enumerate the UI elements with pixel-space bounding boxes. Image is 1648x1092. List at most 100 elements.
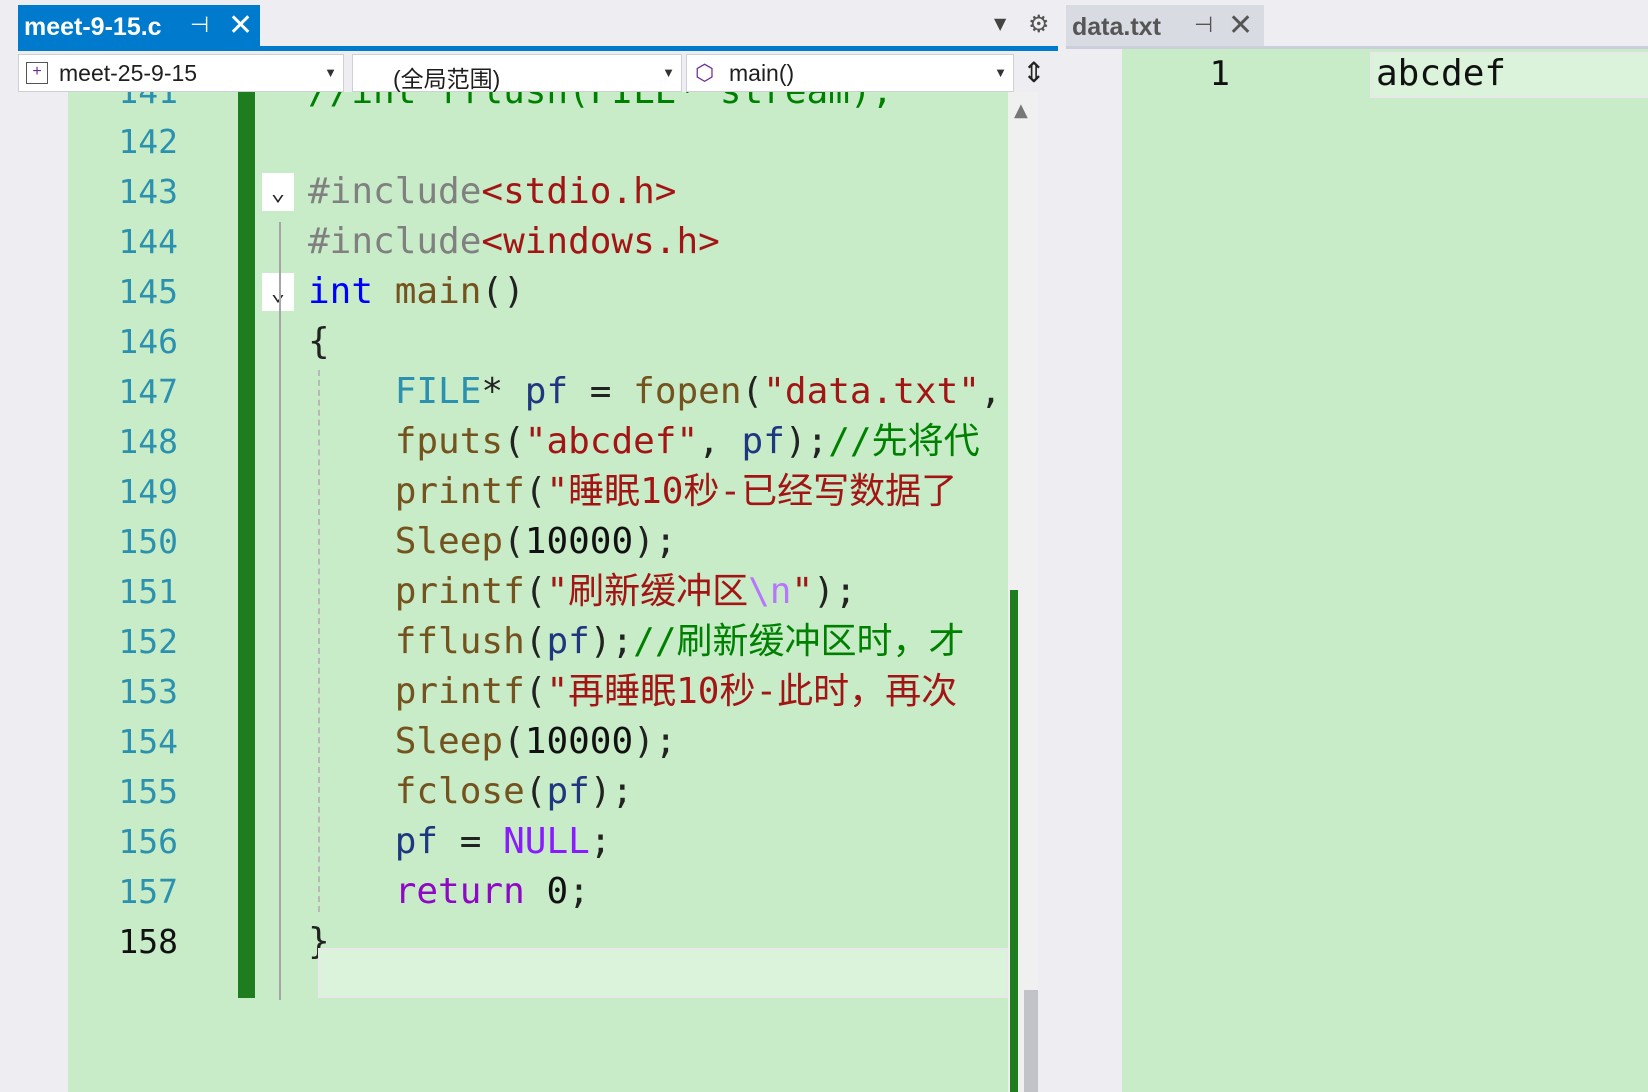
code-token: * <box>481 371 525 412</box>
code-token: ( <box>524 571 547 612</box>
line-number: 147 <box>118 372 178 411</box>
code-token: ); <box>633 721 677 762</box>
tab-title: data.txt <box>1072 13 1161 41</box>
code-token: //int fflush(FILE* stream); <box>308 92 893 112</box>
chevron-down-icon[interactable]: ▼ <box>994 14 1006 33</box>
code-token: ); <box>813 571 857 612</box>
code-token: ; <box>568 871 590 912</box>
code-token: "再睡眠10秒-此时，再次 <box>546 671 958 712</box>
collapse-chevron-icon[interactable]: ⌄ <box>262 173 294 211</box>
line-number: 149 <box>118 472 178 511</box>
code-line[interactable]: 151 printf("刷新缓冲区\n"); <box>68 566 1008 618</box>
code-token: #include <box>308 221 482 262</box>
code-line[interactable]: 142 <box>68 116 1008 168</box>
scrollbar-thumb[interactable] <box>1024 990 1038 1092</box>
code-line[interactable]: 156 pf = NULL; <box>68 816 1008 868</box>
line-number: 157 <box>118 872 178 911</box>
line-number: 146 <box>118 322 178 361</box>
code-line[interactable]: 146 { <box>68 316 1008 368</box>
code-token: 0 <box>546 871 569 912</box>
code-token: 10000 <box>524 521 634 562</box>
code-text: printf("睡眠10秒-已经写数据了 <box>308 466 957 518</box>
gear-icon[interactable]: ⚙ <box>1028 10 1050 38</box>
code-line[interactable]: 147 FILE* pf = fopen("data.txt", <box>68 366 1008 418</box>
code-token: pf <box>524 371 569 412</box>
code-token: printf <box>394 471 525 512</box>
code-text: printf("刷新缓冲区\n"); <box>308 566 857 618</box>
code-token: 10000 <box>524 721 634 762</box>
file-text-line[interactable]: abcdef <box>1376 50 1506 98</box>
code-token: Sleep <box>394 721 504 762</box>
chevron-down-icon: ▼ <box>994 65 1007 80</box>
tab-meet-9-15-c[interactable]: meet-9-15.c ⊣ ✕ <box>18 5 260 48</box>
pin-icon[interactable]: ⊣ <box>1194 12 1213 38</box>
split-editor-icon[interactable]: ⇕ <box>1016 56 1052 92</box>
code-token: \n <box>748 571 792 612</box>
code-text: fflush(pf);//刷新缓冲区时，才 <box>308 616 965 668</box>
tab-data-txt[interactable]: data.txt ⊣ ✕ <box>1066 5 1264 48</box>
code-token: FILE <box>394 371 482 412</box>
project-icon: + <box>26 62 48 84</box>
code-text: Sleep(10000); <box>308 716 677 768</box>
code-token: main <box>394 271 482 312</box>
line-number: 150 <box>118 522 178 561</box>
code-token: ); <box>633 521 677 562</box>
code-token: fputs <box>394 421 504 462</box>
code-token: "睡眠10秒-已经写数据了 <box>546 471 958 512</box>
line-number: 1 <box>1209 54 1230 94</box>
code-line[interactable]: 141 //int fflush(FILE* stream); <box>68 92 1008 118</box>
code-line[interactable]: 145 ⌄ int main() <box>68 266 1008 318</box>
code-line[interactable]: 148 fputs("abcdef", pf);//先将代 <box>68 416 1008 468</box>
line-number: 152 <box>118 622 178 661</box>
text-area[interactable] <box>1122 49 1648 1092</box>
code-token: fopen <box>633 371 742 412</box>
code-line[interactable]: 154 Sleep(10000); <box>68 716 1008 768</box>
line-number: 158 <box>118 922 178 961</box>
close-icon[interactable]: ✕ <box>228 8 253 43</box>
code-token: ); <box>784 421 829 462</box>
line-number: 148 <box>118 422 178 461</box>
function-dropdown-value: main() <box>729 60 795 86</box>
tab-strip-underline <box>18 46 1058 51</box>
code-token: pf <box>741 421 785 462</box>
code-token: ); <box>589 621 634 662</box>
chevron-down-icon: ▼ <box>324 65 337 80</box>
project-dropdown[interactable]: + meet-25-9-15 ▼ <box>18 54 344 92</box>
function-dropdown[interactable]: ⬡ main() ▼ <box>686 54 1014 92</box>
code-line[interactable]: 149 printf("睡眠10秒-已经写数据了 <box>68 466 1008 518</box>
code-token: "data.txt" <box>763 371 980 412</box>
code-line[interactable]: 150 Sleep(10000); <box>68 516 1008 568</box>
code-line[interactable]: 152 fflush(pf);//刷新缓冲区时，才 <box>68 616 1008 668</box>
code-token: = <box>568 371 634 412</box>
project-dropdown-value: meet-25-9-15 <box>59 60 198 86</box>
code-token: pf <box>546 771 590 812</box>
selection-margin <box>18 92 68 1092</box>
code-token: ( <box>524 671 547 712</box>
pin-icon[interactable]: ⊣ <box>190 12 209 38</box>
line-number: 141 <box>68 92 178 118</box>
scope-dropdown[interactable]: (全局范围) ▼ <box>352 54 682 92</box>
close-icon[interactable]: ✕ <box>1228 8 1253 43</box>
code-line[interactable]: 157 return 0; <box>68 866 1008 918</box>
scroll-up-icon[interactable]: ▲ <box>1014 100 1028 121</box>
code-token: ); <box>589 771 634 812</box>
code-token: //刷新缓冲区时，才 <box>633 621 965 662</box>
chevron-down-icon: ▼ <box>662 65 675 80</box>
code-line[interactable]: 144 #include<windows.h> <box>68 216 1008 268</box>
scope-dropdown-value: (全局范围) <box>393 66 501 92</box>
code-token: " <box>791 571 814 612</box>
code-token: , <box>698 421 742 462</box>
code-token: "abcdef" <box>524 421 699 462</box>
code-line[interactable]: 143 ⌄ #include<stdio.h> <box>68 166 1008 218</box>
code-token: Sleep <box>394 521 504 562</box>
code-token: { <box>308 321 330 362</box>
code-line[interactable]: 155 fclose(pf); <box>68 766 1008 818</box>
indent-guide <box>318 370 322 912</box>
code-token: pf <box>394 821 439 862</box>
code-line[interactable]: 153 printf("再睡眠10秒-此时，再次 <box>68 666 1008 718</box>
code-token: ( <box>524 621 547 662</box>
code-text: return 0; <box>308 866 590 918</box>
line-number: 155 <box>118 772 178 811</box>
collapse-chevron-icon[interactable]: ⌄ <box>262 273 294 311</box>
code-area[interactable]: 141 //int fflush(FILE* stream); 142 143 ⌄ #in… <box>68 92 1008 1092</box>
